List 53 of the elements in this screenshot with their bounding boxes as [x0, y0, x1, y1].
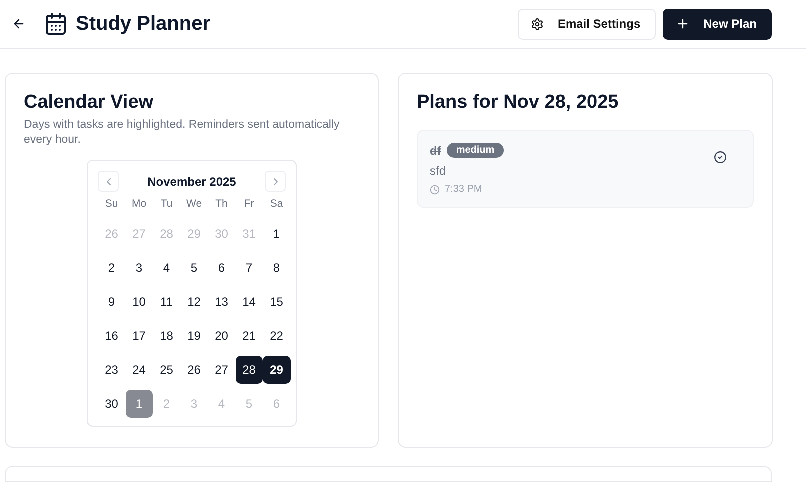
- calendar-day[interactable]: 28: [236, 356, 263, 384]
- priority-badge: medium: [447, 143, 504, 158]
- calendar-day[interactable]: 18: [153, 322, 180, 350]
- month-label: November 2025: [148, 174, 236, 188]
- calendar-day[interactable]: 24: [126, 356, 153, 384]
- calendar-day[interactable]: 9: [98, 288, 126, 316]
- calendar-day[interactable]: 13: [208, 288, 236, 316]
- settings-icon: [530, 18, 544, 30]
- weekday-label: Th: [214, 198, 229, 212]
- weekday-label: Fr: [243, 198, 256, 212]
- card-title: Plans for Nov 28, 2025: [417, 92, 620, 114]
- calendar-day[interactable]: 20: [208, 322, 236, 350]
- calendar-day[interactable]: 8: [263, 254, 290, 282]
- card-description: Days with tasks are highlighted. Reminders sent automatically every hour.: [24, 118, 341, 148]
- calendar-day[interactable]: 7: [236, 254, 263, 282]
- calendar-day[interactable]: 12: [180, 288, 208, 316]
- calendar-day[interactable]: 30: [98, 390, 126, 418]
- weekday-label: Tu: [160, 198, 174, 212]
- calendar-day[interactable]: 6: [208, 254, 236, 282]
- plan-time: 7:33 PM: [445, 184, 482, 195]
- weekday-label: Mo: [130, 198, 148, 212]
- clock-icon: [430, 184, 440, 194]
- weekday-label: We: [185, 198, 204, 212]
- email-settings-button[interactable]: Email Settings: [518, 8, 656, 40]
- calendar-day[interactable]: 5: [180, 254, 208, 282]
- page-title: Study Planner: [76, 12, 210, 36]
- calendar-day[interactable]: 1: [263, 220, 290, 248]
- plan-title: df: [430, 144, 442, 158]
- calendar-day[interactable]: 21: [236, 322, 263, 350]
- calendar-icon: [44, 12, 68, 36]
- calendar-day[interactable]: 14: [236, 288, 263, 316]
- calendar-day[interactable]: 2: [98, 254, 126, 282]
- calendar-day[interactable]: 3: [126, 254, 153, 282]
- calendar-day[interactable]: 11: [153, 288, 180, 316]
- calendar-day[interactable]: 22: [263, 322, 290, 350]
- calendar-day[interactable]: 29: [263, 356, 290, 384]
- calendar-day[interactable]: 26: [180, 356, 208, 384]
- plus-icon: [676, 17, 690, 31]
- check-circle-icon[interactable]: [714, 151, 727, 164]
- weekday-label: Su: [104, 198, 120, 212]
- card-title: Calendar View: [24, 92, 155, 114]
- calendar-day[interactable]: 19: [180, 322, 208, 350]
- calendar-day[interactable]: 15: [263, 288, 290, 316]
- calendar-day[interactable]: 23: [98, 356, 126, 384]
- plan-description: sfd: [430, 164, 448, 178]
- calendar-day[interactable]: 10: [126, 288, 153, 316]
- calendar-day[interactable]: 17: [126, 322, 153, 350]
- calendar-day[interactable]: 27: [208, 356, 236, 384]
- calendar-day[interactable]: 16: [98, 322, 126, 350]
- calendar-day[interactable]: 25: [153, 356, 180, 384]
- new-plan-button[interactable]: New Plan: [662, 8, 772, 40]
- weekday-label: Sa: [269, 198, 284, 212]
- calendar-day[interactable]: 4: [153, 254, 180, 282]
